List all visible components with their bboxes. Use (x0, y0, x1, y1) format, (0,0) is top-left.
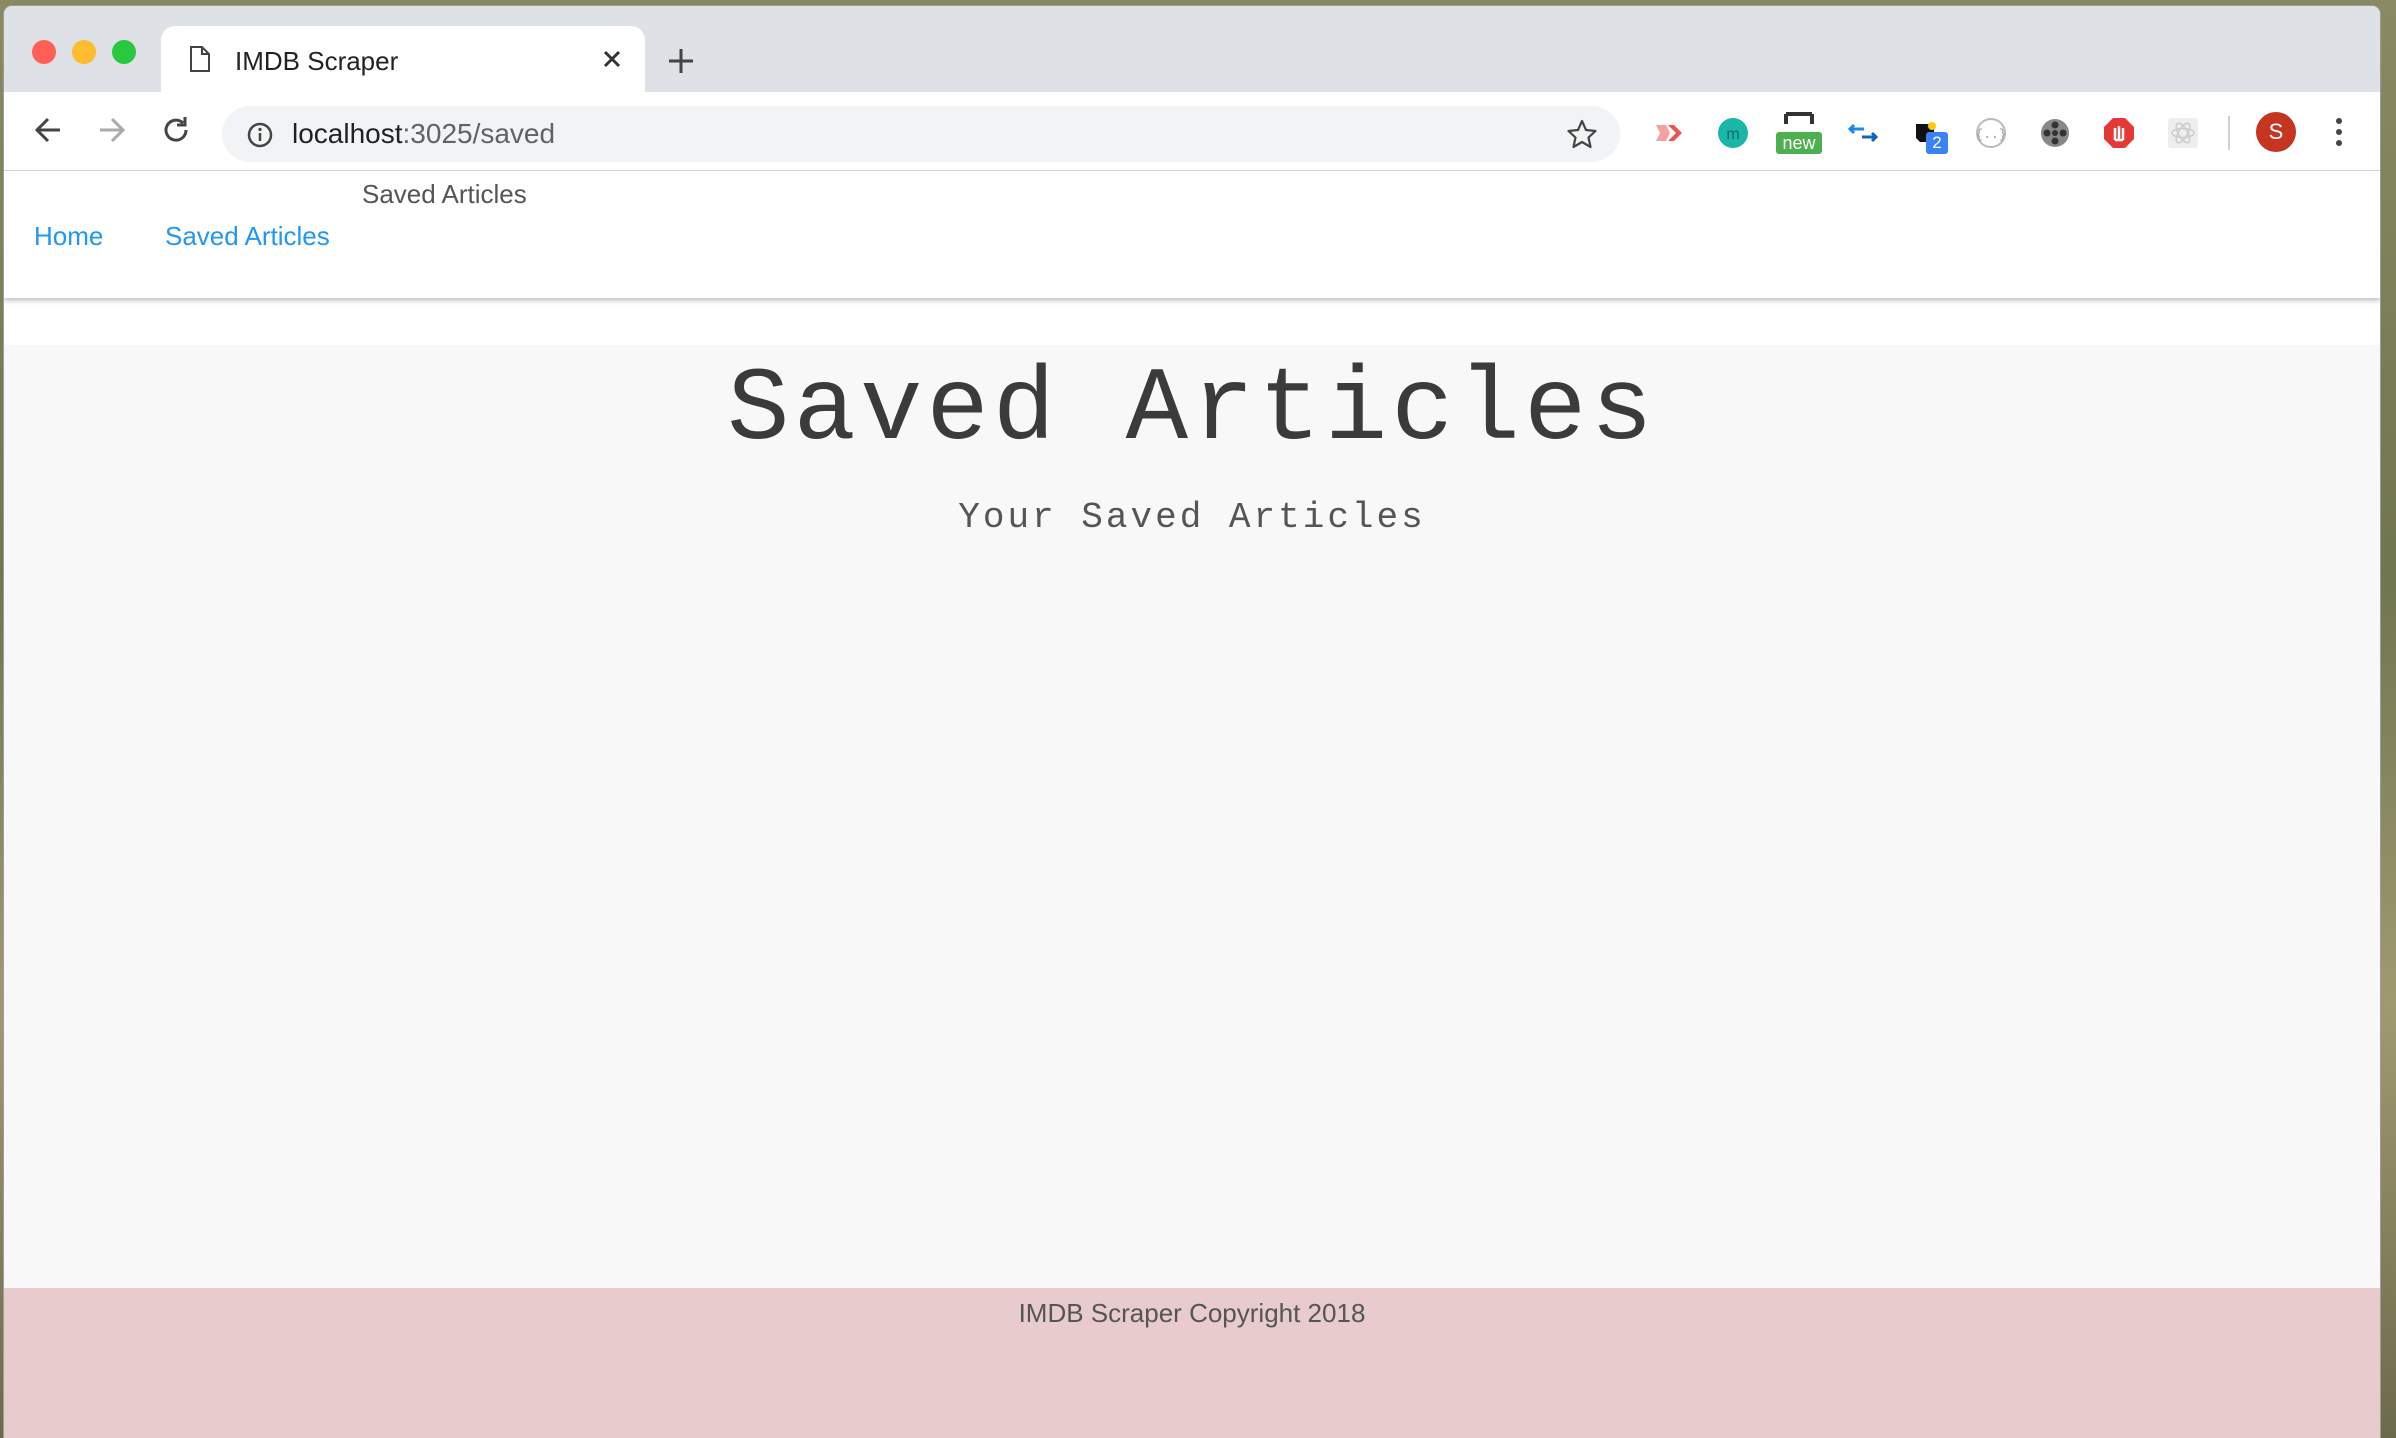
reload-icon[interactable] (158, 112, 194, 148)
new-badge-icon[interactable]: new (1776, 108, 1822, 154)
address-bar[interactable]: localhost:3025/saved (222, 106, 1620, 162)
back-arrow-icon[interactable] (30, 112, 66, 148)
navbar-brand[interactable]: Saved Articles (362, 179, 527, 210)
evernote-icon[interactable]: 2 (1910, 116, 1948, 154)
tab-active[interactable]: IMDB Scraper (161, 26, 645, 92)
json-icon[interactable]: {..} (1974, 116, 2008, 150)
forward-arrow-icon[interactable] (94, 112, 130, 148)
new-tab-icon[interactable] (664, 44, 698, 78)
minimize-window-button[interactable] (72, 40, 96, 64)
info-icon[interactable] (246, 121, 274, 149)
more-menu-icon[interactable] (2324, 112, 2354, 152)
close-tab-icon[interactable] (597, 44, 627, 74)
vidyard-icon[interactable] (1652, 116, 1686, 150)
film-reel-icon[interactable] (2038, 116, 2072, 150)
count-badge: 2 (1926, 132, 1948, 154)
svg-text:{..}: {..} (1975, 127, 2006, 142)
page-icon (190, 46, 210, 72)
arrows-icon[interactable] (1846, 116, 1880, 150)
browser-window: IMDB Scraper localhost:3025/saved m new … (4, 6, 2380, 1438)
react-icon[interactable] (2166, 116, 2200, 150)
url-host: localhost (292, 118, 403, 149)
tab-strip: IMDB Scraper (4, 6, 2380, 92)
page-title: Saved Articles (727, 352, 1657, 470)
svg-text:m: m (1726, 126, 1739, 143)
bookmark-star-icon[interactable] (1566, 118, 1598, 150)
footer-copyright: IMDB Scraper Copyright 2018 (1018, 1298, 1366, 1328)
page-footer: IMDB Scraper Copyright 2018 (4, 1288, 2380, 1438)
page-viewport: Saved Articles Home Saved Articles Saved… (4, 171, 2380, 1438)
nav-link-saved-articles[interactable]: Saved Articles (165, 221, 330, 252)
main-content: Saved Articles Your Saved Articles (4, 345, 2380, 1288)
site-navbar: Saved Articles Home Saved Articles (4, 171, 2380, 298)
page-subtitle: Your Saved Articles (958, 497, 1426, 538)
close-window-button[interactable] (32, 40, 56, 64)
url-path: :3025/saved (402, 118, 556, 149)
adblock-icon[interactable] (2102, 116, 2136, 150)
profile-avatar[interactable]: S (2256, 112, 2296, 152)
tab-title: IMDB Scraper (235, 46, 399, 76)
url-text[interactable]: localhost:3025/saved (292, 118, 555, 150)
new-badge: new (1776, 132, 1822, 154)
toolbar-divider (2228, 116, 2230, 150)
browser-toolbar: localhost:3025/saved m new 2 {..} S (4, 92, 2380, 171)
m-icon[interactable]: m (1716, 116, 1750, 150)
nav-link-home[interactable]: Home (34, 221, 103, 252)
maximize-window-button[interactable] (112, 40, 136, 64)
